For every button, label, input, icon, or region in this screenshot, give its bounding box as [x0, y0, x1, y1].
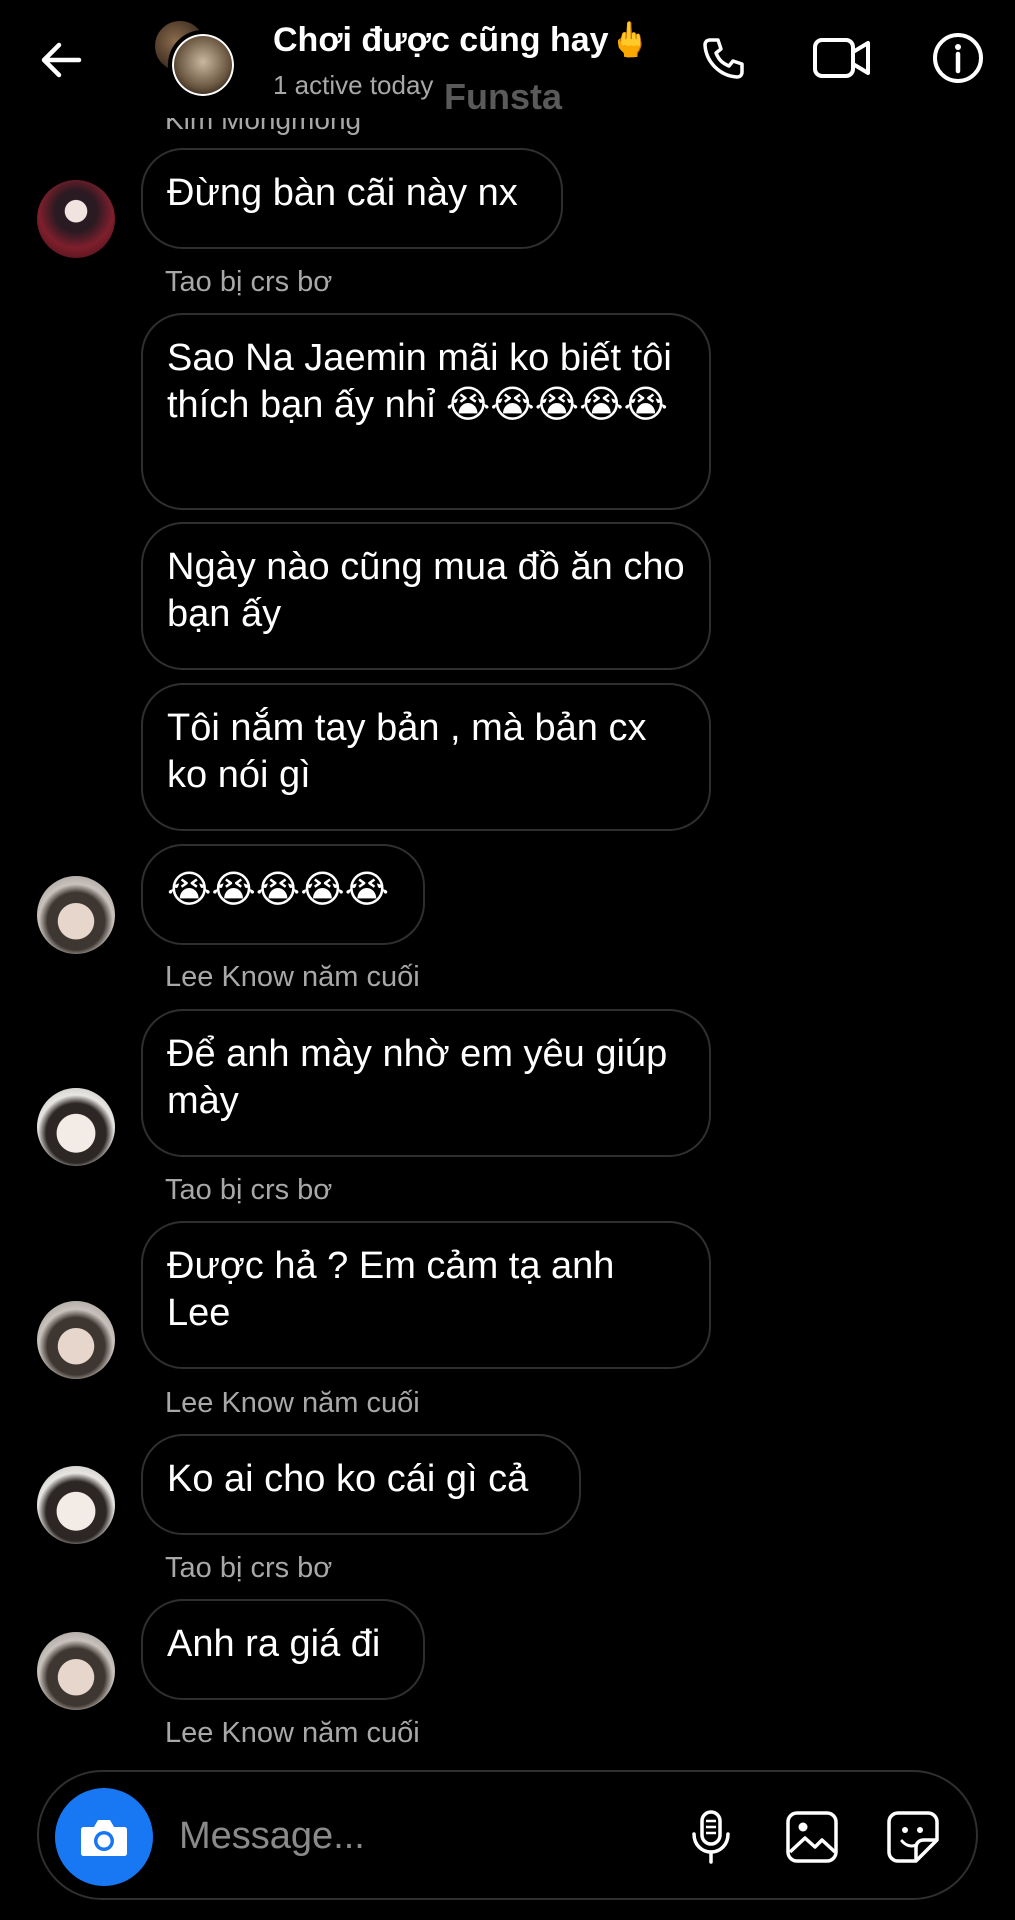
sender-name: Lee Know năm cuối	[165, 961, 420, 993]
phone-icon	[703, 38, 744, 79]
video-call-button[interactable]	[812, 28, 872, 88]
gallery-icon	[786, 1811, 838, 1863]
sender-name: Tao bị crs bơ	[165, 1552, 333, 1584]
watermark: Funsta	[444, 76, 563, 117]
camera-button[interactable]	[55, 1788, 153, 1886]
lee-avatar[interactable]	[37, 1088, 115, 1166]
sticker-button[interactable]	[878, 1802, 948, 1872]
message-bubble: Được hả ? Em cảm tạ anh Lee	[141, 1221, 711, 1369]
info-icon	[933, 33, 983, 83]
sticker-icon	[887, 1811, 939, 1863]
message-bubble: Sao Na Jaemin mãi ko biết tôi thích bạn …	[141, 313, 711, 510]
message-bubble: Ngày nào cũng mua đồ ăn cho bạn ấy	[141, 522, 711, 670]
voice-call-button[interactable]	[694, 28, 754, 88]
message-text: Sao Na Jaemin mãi ko biết tôi thích bạn …	[167, 337, 672, 426]
message-composer	[37, 1770, 978, 1900]
tao-avatar[interactable]	[37, 1632, 115, 1710]
chat-title[interactable]: Chơi được cũng hay🖕	[273, 20, 651, 60]
message-bubble: Ko ai cho ko cái gì cả	[141, 1434, 581, 1535]
gallery-button[interactable]	[777, 1802, 847, 1872]
group-avatar[interactable]	[152, 18, 240, 100]
active-status: 1 active today	[273, 70, 434, 100]
message-input[interactable]	[179, 1808, 569, 1864]
message-bubble: Tôi nắm tay bản , mà bản cx ko nói gì	[141, 683, 711, 831]
tao-avatar[interactable]	[37, 876, 115, 954]
message-bubble: Để anh mày nhờ em yêu giúp mày	[141, 1009, 711, 1157]
voice-message-button[interactable]	[676, 1802, 746, 1872]
sender-name: Lee Know năm cuối	[165, 1717, 420, 1749]
back-arrow-icon	[41, 42, 82, 78]
message-bubble: Anh ra giá đi	[141, 1599, 425, 1700]
camera-icon	[81, 1820, 127, 1856]
lee-avatar[interactable]	[37, 1466, 115, 1544]
tao-avatar[interactable]	[37, 1301, 115, 1379]
back-button[interactable]	[36, 30, 86, 90]
message-bubble: Đừng bàn cãi này nx	[141, 148, 563, 249]
chat-header: Chơi được cũng hay🖕 1 active today Funst…	[0, 0, 1015, 120]
message-bubble: 😭😭😭😭😭	[141, 844, 425, 945]
video-camera-icon	[813, 38, 870, 78]
sender-name: Lee Know năm cuối	[165, 1387, 420, 1419]
info-button[interactable]	[928, 28, 988, 88]
sender-name: Tao bị crs bơ	[165, 266, 333, 298]
microphone-icon	[692, 1810, 730, 1864]
red-hair-avatar[interactable]	[37, 180, 115, 258]
group-avatar-front	[168, 30, 238, 100]
sender-name: Tao bị crs bơ	[165, 1174, 333, 1206]
